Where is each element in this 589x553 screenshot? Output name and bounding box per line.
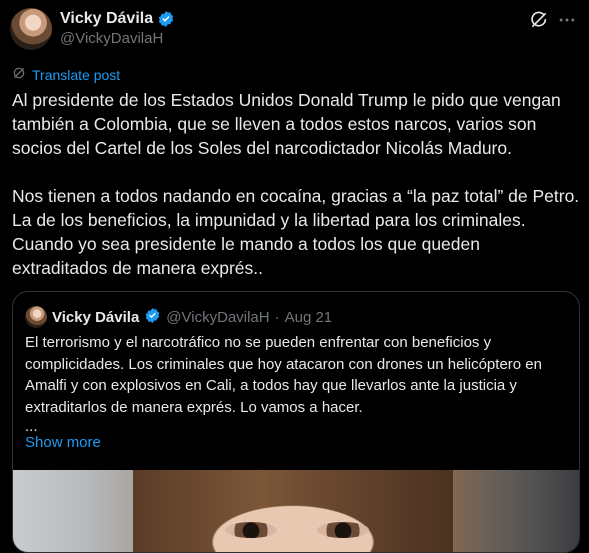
more-options-icon[interactable] [557,10,577,30]
quoted-separator: · [274,308,280,326]
post-text: Al presidente de los Estados Unidos Dona… [12,90,580,278]
quoted-handle: @VickyDavilaH [166,308,270,326]
grok-icon[interactable] [529,10,549,30]
quoted-date: Aug 21 [284,308,333,326]
media-subject [133,470,453,552]
media-eye-right [317,522,369,538]
quoted-post[interactable]: Vicky Dávila @VickyDavilaH · Aug 21 El t… [12,291,580,553]
quoted-post-header: Vicky Dávila @VickyDavilaH · Aug 21 [25,306,332,328]
show-more-link[interactable]: Show more [25,434,101,451]
quoted-display-name: Vicky Dávila [52,308,140,326]
post-header: Vicky Dávila @VickyDavilaH [10,8,579,52]
translate-label[interactable]: Translate post [32,67,120,83]
translate-icon [12,66,26,83]
quoted-avatar [25,306,47,328]
author-name-row: Vicky Dávila [60,10,175,28]
verified-badge-icon [144,307,161,328]
quoted-ellipsis: ... [25,418,38,435]
avatar[interactable] [10,8,52,50]
translate-post-link[interactable]: Translate post [12,66,120,83]
media-eye-left [225,522,277,538]
author-display-name[interactable]: Vicky Dávila [60,10,153,28]
author-handle[interactable]: @VickyDavilaH [60,30,163,47]
quoted-post-text: El terrorismo y el narcotráfico no se pu… [25,334,542,416]
quoted-media-image[interactable] [13,470,579,552]
verified-badge-icon[interactable] [157,10,175,28]
